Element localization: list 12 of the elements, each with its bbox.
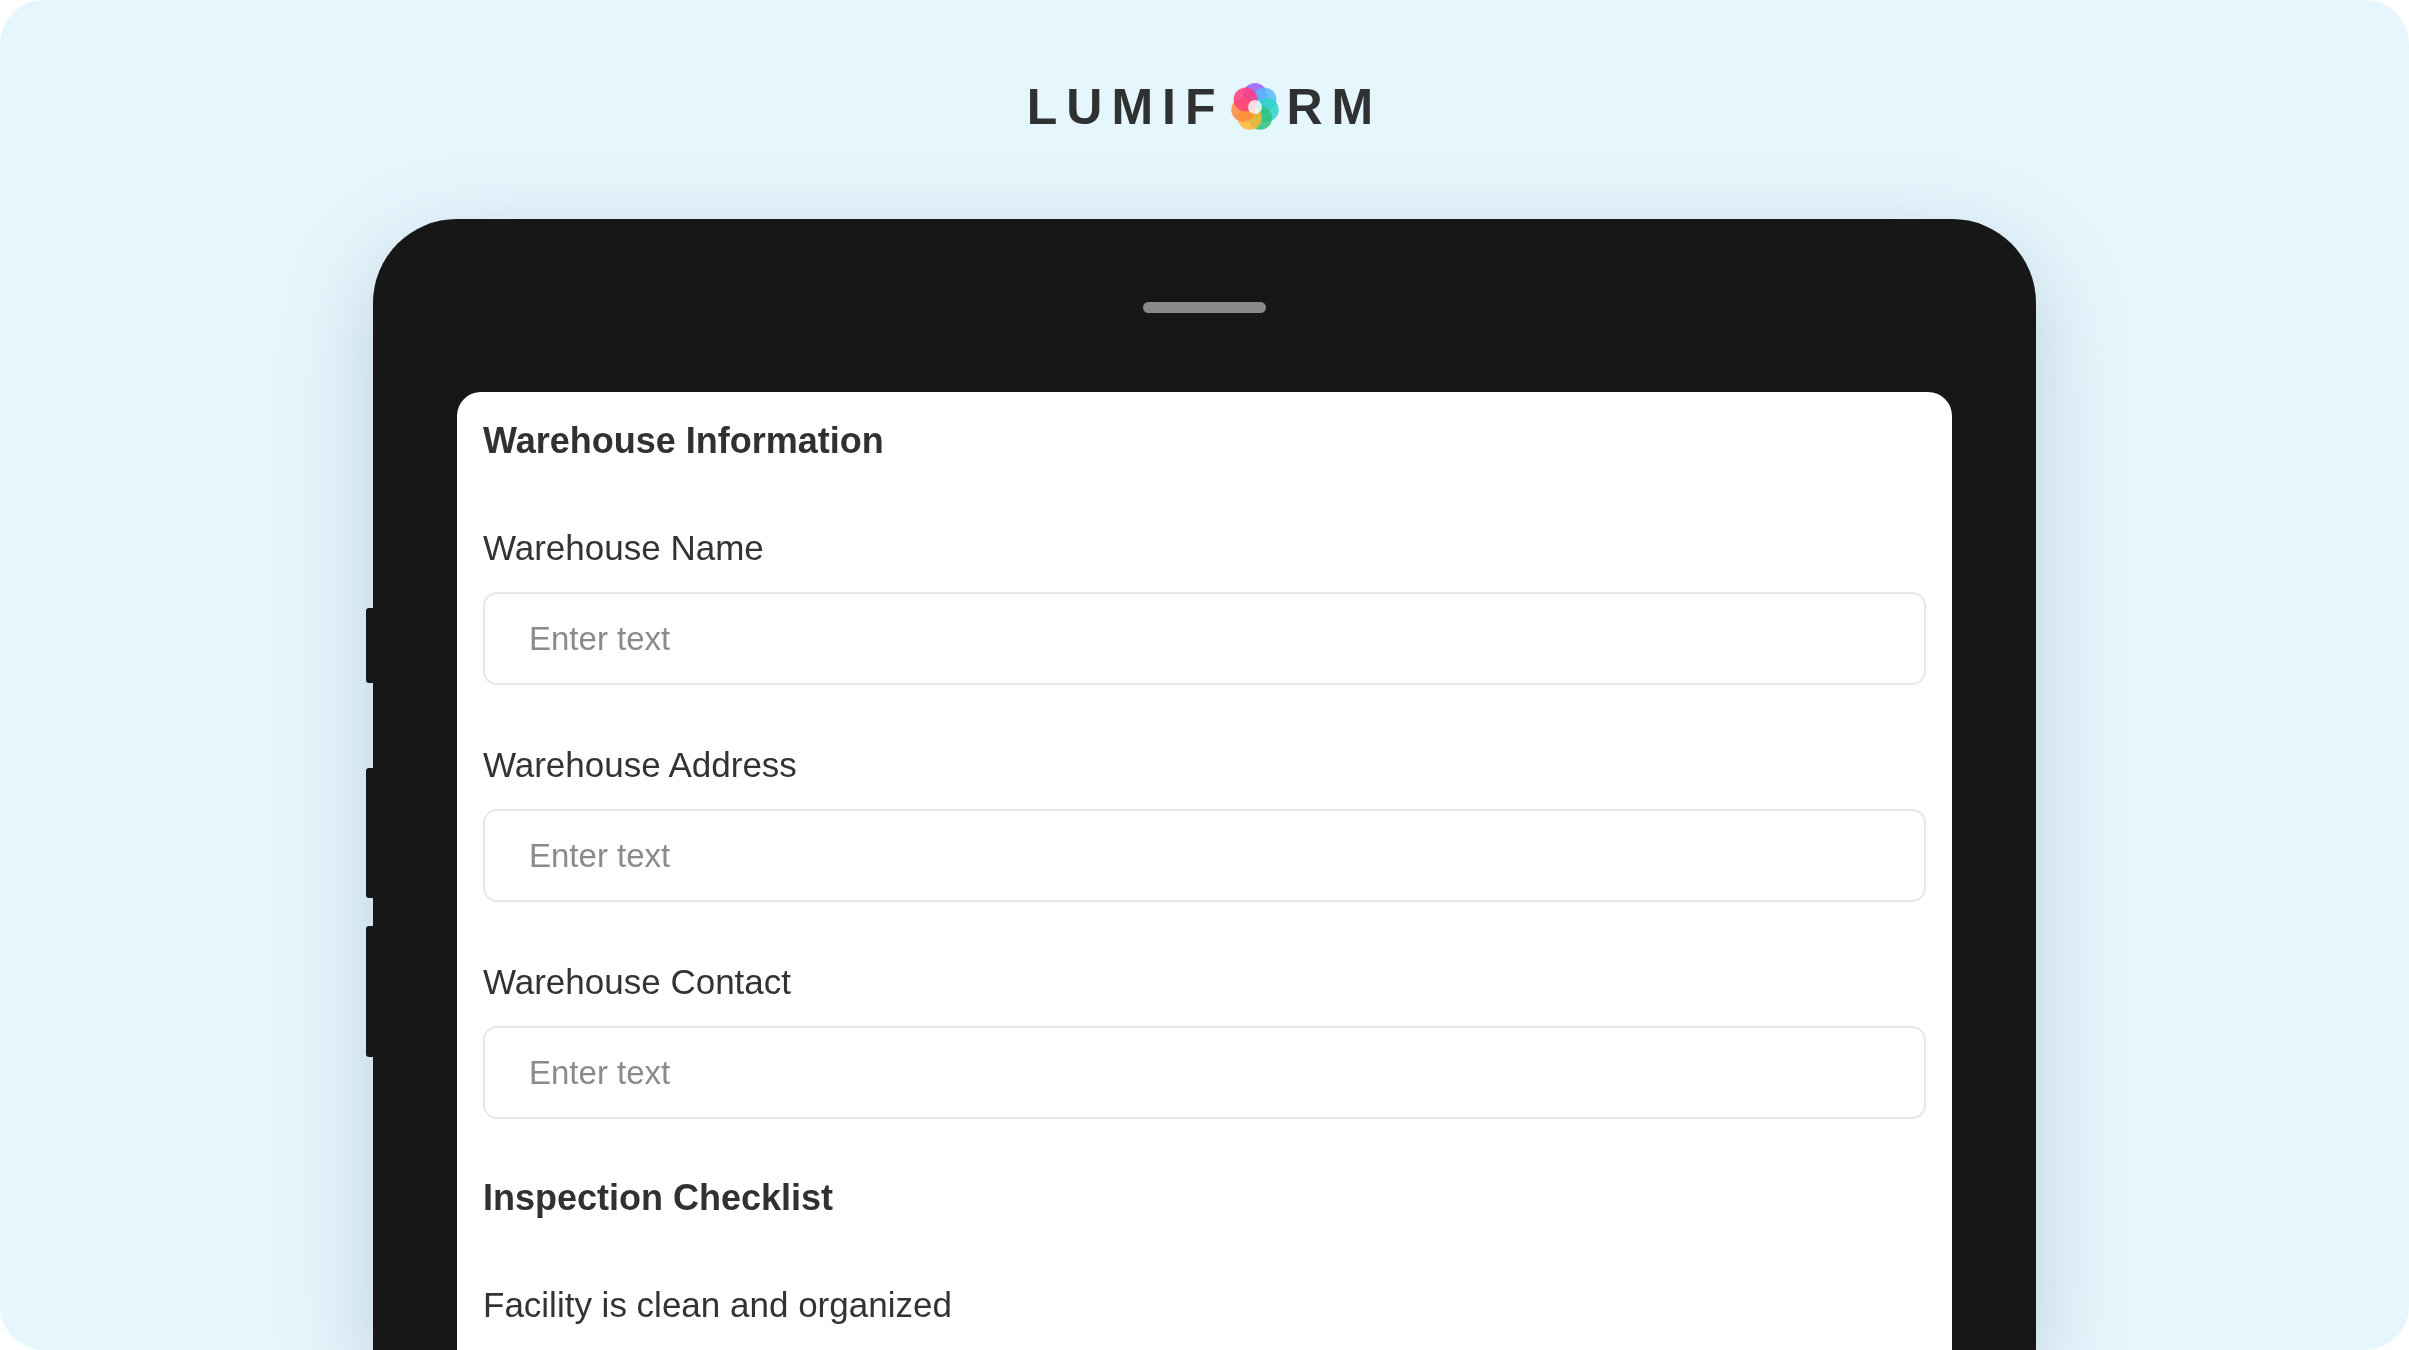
logo-text: RM: [1286, 77, 1383, 136]
section-title: Inspection Checklist: [483, 1176, 835, 1220]
input-field[interactable]: Enter text: [483, 592, 1926, 685]
input-field[interactable]: Enter text: [483, 1026, 1926, 1119]
logo-text: LUMIF: [1026, 77, 1225, 136]
field-label: Warehouse Address: [483, 744, 798, 786]
field-label: Warehouse Name: [483, 527, 765, 569]
field-label: Warehouse Contact: [483, 961, 793, 1003]
section-title: Warehouse Information: [483, 419, 885, 463]
input-field[interactable]: Enter text: [483, 809, 1926, 902]
question-label: Facility is clean and organized: [483, 1284, 953, 1326]
flower-icon: [1230, 81, 1281, 132]
